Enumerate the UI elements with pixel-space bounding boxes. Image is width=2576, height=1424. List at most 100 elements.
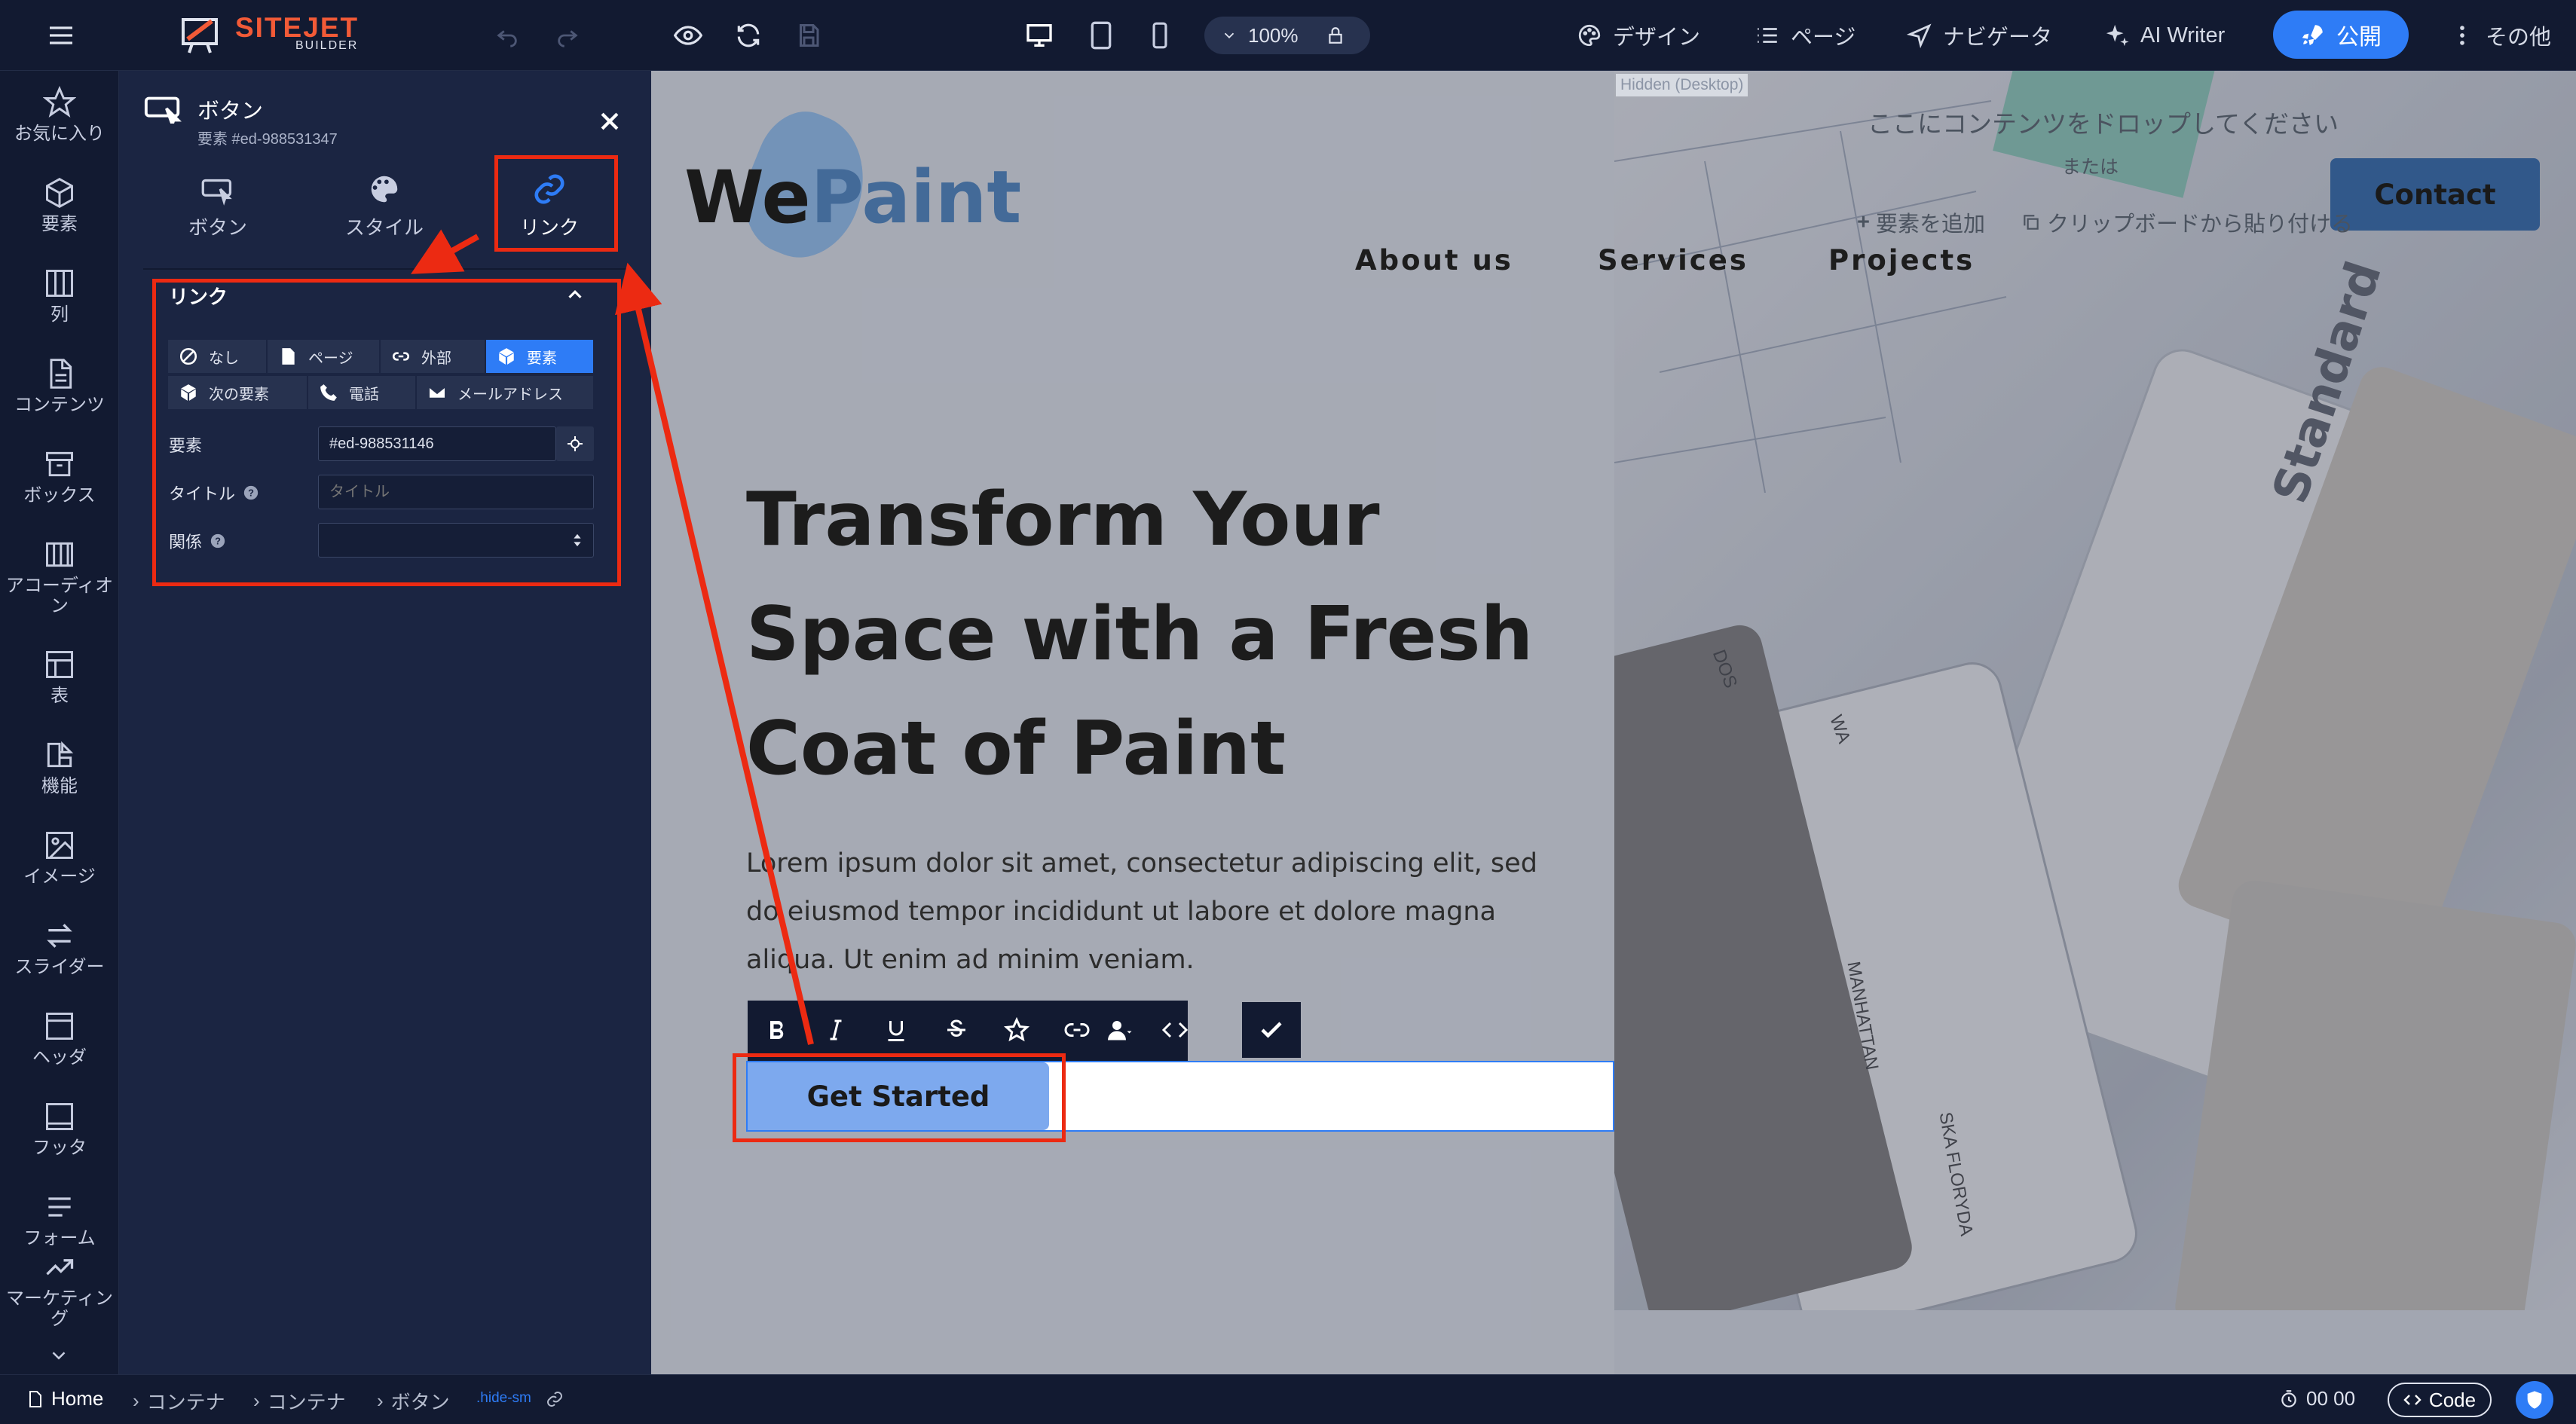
link-type-none[interactable]: なし bbox=[167, 339, 267, 374]
tab-link[interactable]: リンク bbox=[520, 172, 579, 240]
get-started-button[interactable]: Get Started bbox=[748, 1062, 1049, 1130]
link-title-input[interactable] bbox=[318, 475, 594, 509]
paste-clipboard-link[interactable]: クリップボードから貼り付ける bbox=[2021, 206, 2353, 238]
rel-select[interactable] bbox=[318, 523, 594, 558]
sidebar-item-footer[interactable]: フッタ bbox=[0, 1100, 119, 1158]
pages-button[interactable]: ページ bbox=[1755, 17, 1856, 54]
underline-icon[interactable] bbox=[867, 1002, 925, 1058]
link-type-page[interactable]: ページ bbox=[267, 339, 380, 374]
user-dropdown-icon[interactable] bbox=[1099, 1002, 1140, 1058]
sidebar-item-content[interactable]: コンテンツ bbox=[0, 357, 119, 415]
nav-link-projects[interactable]: Projects bbox=[1828, 244, 1975, 277]
link-type-external[interactable]: 外部 bbox=[380, 339, 485, 374]
help-icon[interactable]: ? bbox=[243, 484, 259, 501]
help-icon[interactable]: ? bbox=[210, 533, 226, 549]
sidebar-item-accordion[interactable]: アコーディオン bbox=[0, 538, 119, 616]
text-format-toolbar bbox=[748, 1001, 1189, 1061]
element-id-input[interactable]: #ed-988531146 bbox=[318, 426, 556, 461]
sidebar-item-label: スライダー bbox=[14, 957, 105, 977]
strikethrough-icon[interactable] bbox=[927, 1002, 986, 1058]
link-type-email[interactable]: メールアドレス bbox=[416, 375, 594, 410]
site-logo[interactable]: We Paint bbox=[684, 155, 1021, 240]
panel-title: ボタン bbox=[197, 99, 264, 124]
sidebar-item-images[interactable]: イメージ bbox=[0, 829, 119, 887]
contact-button[interactable]: Contact bbox=[2330, 158, 2540, 231]
chevron-down-icon[interactable] bbox=[45, 1344, 72, 1371]
breadcrumb-item[interactable]: › ボタン bbox=[377, 1387, 450, 1415]
add-element-label: 要素を追加 bbox=[1875, 212, 1985, 237]
element-sidebar: お気に入り 要素 列 コンテンツ ボックス アコーディオン 表 機能 イメージ … bbox=[0, 71, 119, 1374]
shield-icon[interactable] bbox=[2516, 1381, 2553, 1419]
sitejet-logo-icon bbox=[178, 12, 225, 57]
star-icon[interactable] bbox=[987, 1002, 1046, 1058]
link-type-label: 要素 bbox=[527, 350, 557, 367]
mobile-view-icon[interactable] bbox=[1141, 17, 1179, 54]
tab-style[interactable]: スタイル bbox=[345, 172, 424, 240]
tab-button[interactable]: ボタン bbox=[188, 172, 247, 240]
breadcrumb-item[interactable]: › コンテナ bbox=[253, 1387, 346, 1415]
list-icon bbox=[1758, 28, 1777, 43]
code-button[interactable]: Code bbox=[2388, 1383, 2492, 1417]
tab-label: スタイル bbox=[345, 216, 424, 239]
zoom-control[interactable]: 100% bbox=[1204, 17, 1370, 54]
sidebar-item-favorites[interactable]: お気に入り bbox=[0, 86, 119, 144]
page-canvas[interactable]: Standard DOS WA MANHATTAN SKA FLORYDA We… bbox=[651, 71, 2576, 1374]
sidebar-item-slider[interactable]: スライダー bbox=[0, 919, 119, 977]
status-bar: Home › コンテナ › コンテナ › ボタン .hide-sm 00 00 Cod… bbox=[0, 1374, 2576, 1424]
sidebar-item-label: ヘッダ bbox=[32, 1047, 87, 1068]
columns-icon bbox=[46, 270, 73, 297]
sidebar-item-columns[interactable]: 列 bbox=[0, 267, 119, 325]
breadcrumb-item[interactable]: › コンテナ bbox=[133, 1387, 225, 1415]
close-icon[interactable] bbox=[597, 108, 623, 138]
confirm-check-icon[interactable] bbox=[1242, 1002, 1301, 1058]
sidebar-item-marketing[interactable]: マーケティング bbox=[0, 1251, 119, 1329]
sidebar-item-form[interactable]: フォーム bbox=[0, 1190, 119, 1248]
ai-writer-button[interactable]: AI Writer bbox=[2104, 17, 2225, 54]
logo-we: We bbox=[684, 155, 811, 240]
more-button[interactable]: その他 bbox=[2449, 17, 2551, 54]
sidebar-item-header[interactable]: ヘッダ bbox=[0, 1010, 119, 1068]
desktop-view-icon[interactable] bbox=[1020, 17, 1058, 54]
chevron-up-icon[interactable] bbox=[562, 283, 588, 310]
link-icon[interactable] bbox=[1048, 1002, 1106, 1058]
tablet-view-icon[interactable] bbox=[1082, 17, 1120, 54]
envelope-icon bbox=[428, 386, 446, 399]
sidebar-item-features[interactable]: 機能 bbox=[0, 738, 119, 796]
palette-icon bbox=[1578, 24, 1601, 47]
sidebar-item-boxes[interactable]: ボックス bbox=[0, 448, 119, 506]
hero-title[interactable]: Transform Your Space with a Fresh Coat o… bbox=[746, 463, 1575, 806]
code-icon[interactable] bbox=[1146, 1002, 1204, 1058]
sparkle-icon bbox=[2106, 24, 2129, 47]
panel-divider bbox=[143, 268, 629, 270]
link-type-next-element[interactable]: 次の要素 bbox=[167, 375, 307, 410]
add-element-link[interactable]: + 要素を追加 bbox=[1857, 206, 1985, 238]
sidebar-item-elements[interactable]: 要素 bbox=[0, 176, 119, 234]
nav-link-services[interactable]: Services bbox=[1598, 244, 1748, 277]
nav-link-about[interactable]: About us bbox=[1355, 244, 1513, 277]
breadcrumb-home[interactable]: Home bbox=[26, 1387, 103, 1410]
publish-button[interactable]: 公開 bbox=[2273, 11, 2409, 59]
link-icon bbox=[546, 1390, 564, 1408]
drop-zone-or: または bbox=[2062, 157, 2119, 178]
italic-icon[interactable] bbox=[806, 1002, 865, 1058]
undo-icon[interactable] bbox=[488, 18, 526, 53]
navigator-button[interactable]: ナビゲータ bbox=[1907, 17, 2052, 54]
lock-icon[interactable] bbox=[1326, 26, 1345, 45]
breadcrumb-label: コンテナ bbox=[146, 1391, 225, 1413]
link-type-phone[interactable]: 電話 bbox=[307, 375, 416, 410]
refresh-icon[interactable] bbox=[730, 18, 767, 53]
sidebar-item-label: 機能 bbox=[41, 776, 78, 796]
sidebar-item-table[interactable]: 表 bbox=[0, 648, 119, 706]
hero-text[interactable]: Lorem ipsum dolor sit amet, consectetur … bbox=[746, 839, 1568, 984]
bold-icon[interactable] bbox=[748, 1002, 806, 1058]
document-icon bbox=[50, 359, 72, 389]
link-type-element[interactable]: 要素 bbox=[485, 339, 594, 374]
menu-icon[interactable] bbox=[42, 18, 80, 53]
design-button[interactable]: デザイン bbox=[1577, 17, 1700, 54]
redo-icon[interactable] bbox=[549, 18, 586, 53]
target-picker-icon[interactable] bbox=[556, 426, 594, 461]
section-title: リンク bbox=[169, 286, 228, 308]
preview-eye-icon[interactable] bbox=[669, 18, 707, 53]
save-icon[interactable] bbox=[790, 18, 828, 53]
sidebar-item-label: 要素 bbox=[41, 214, 78, 234]
